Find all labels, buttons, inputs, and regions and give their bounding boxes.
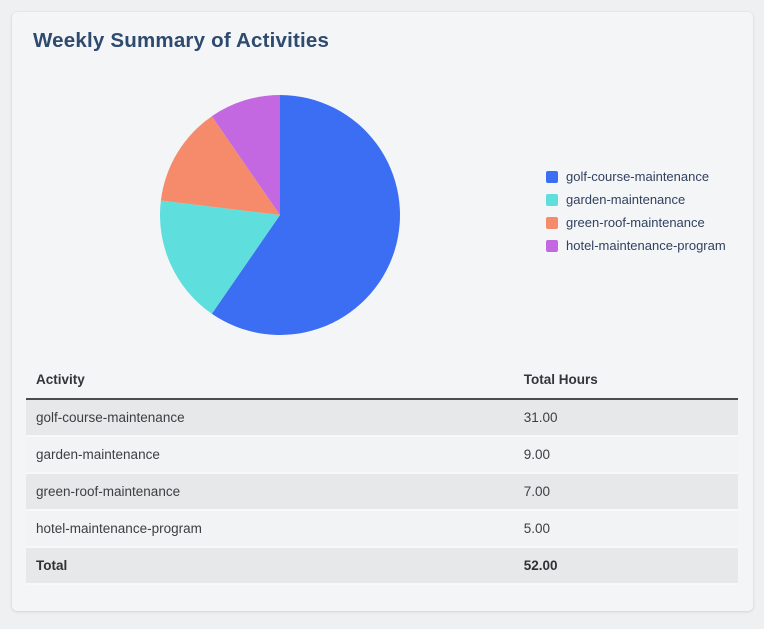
activity-cell: green-roof-maintenance bbox=[26, 473, 514, 511]
legend-item-garden-maintenance[interactable]: garden-maintenance bbox=[546, 188, 726, 211]
legend-label: green-roof-maintenance bbox=[566, 215, 705, 230]
pie-chart bbox=[160, 95, 400, 335]
legend-item-green-roof-maintenance[interactable]: green-roof-maintenance bbox=[546, 211, 726, 234]
legend-label: golf-course-maintenance bbox=[566, 169, 710, 184]
activity-cell: garden-maintenance bbox=[26, 436, 514, 474]
legend-swatch-icon bbox=[546, 239, 558, 252]
total-hours-cell: 31.00 bbox=[513, 399, 738, 437]
table-total-row: Total 52.00 bbox=[26, 547, 738, 585]
activity-cell: hotel-maintenance-program bbox=[26, 510, 514, 548]
summary-table: Activity Total Hours golf-course-mainten… bbox=[26, 366, 738, 585]
legend-swatch-icon bbox=[546, 170, 558, 183]
total-hours-cell: 52.00 bbox=[513, 547, 738, 585]
column-header-activity: Activity bbox=[26, 366, 514, 400]
total-hours-cell: 7.00 bbox=[513, 473, 738, 511]
chart-legend: golf-course-maintenance garden-maintenanc… bbox=[546, 165, 726, 257]
table-header-row: Activity Total Hours bbox=[26, 366, 738, 400]
table-row: hotel-maintenance-program 5.00 bbox=[26, 510, 738, 548]
total-hours-cell: 9.00 bbox=[513, 436, 738, 474]
page-title: Weekly Summary of Activities bbox=[33, 29, 330, 52]
legend-item-hotel-maintenance-program[interactable]: hotel-maintenance-program bbox=[546, 234, 726, 257]
column-header-total-hours: Total Hours bbox=[513, 366, 738, 400]
report-card: Weekly Summary of Activities golf-course… bbox=[12, 12, 753, 611]
table-row: golf-course-maintenance 31.00 bbox=[26, 399, 738, 437]
legend-swatch-icon bbox=[546, 216, 558, 229]
table-row: garden-maintenance 9.00 bbox=[26, 436, 738, 474]
legend-item-golf-course-maintenance[interactable]: golf-course-maintenance bbox=[546, 165, 726, 188]
legend-swatch-icon bbox=[546, 193, 558, 206]
activity-cell: Total bbox=[26, 547, 514, 585]
table-row: green-roof-maintenance 7.00 bbox=[26, 473, 738, 511]
summary-table-container: Activity Total Hours golf-course-mainten… bbox=[26, 366, 738, 585]
legend-label: hotel-maintenance-program bbox=[566, 238, 726, 253]
legend-label: garden-maintenance bbox=[566, 192, 686, 207]
activity-cell: golf-course-maintenance bbox=[26, 399, 514, 437]
total-hours-cell: 5.00 bbox=[513, 510, 738, 548]
